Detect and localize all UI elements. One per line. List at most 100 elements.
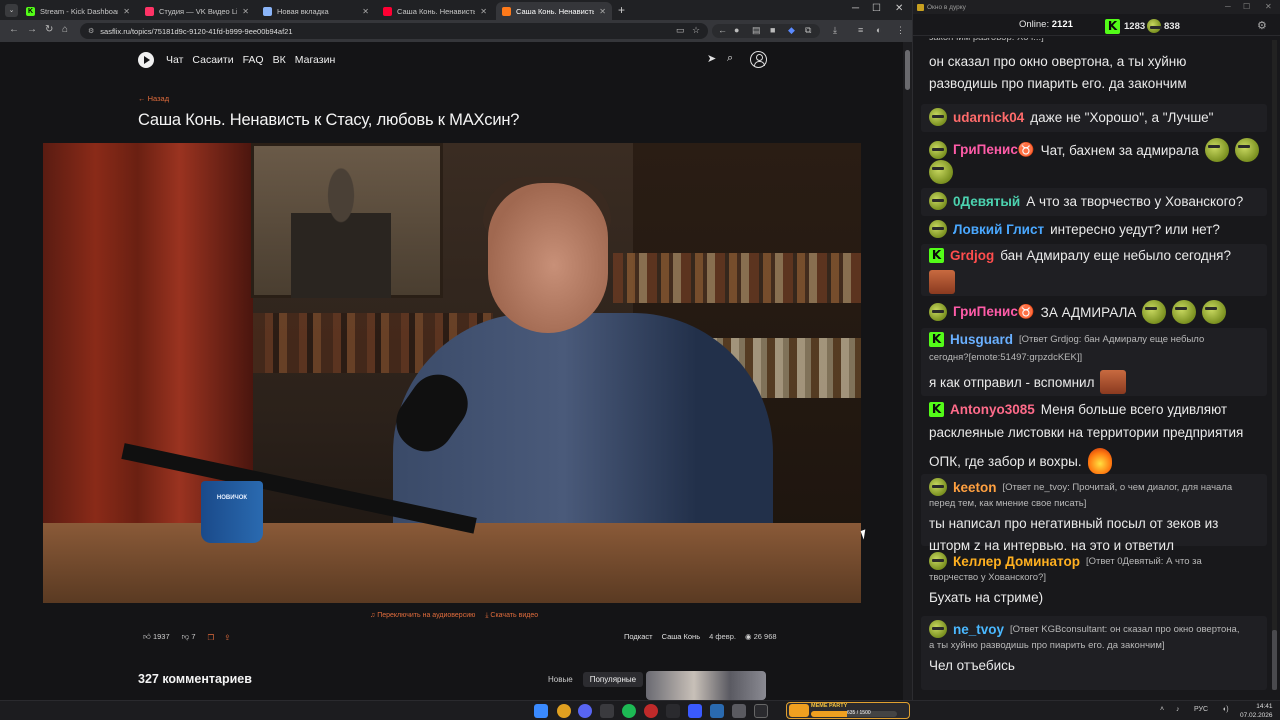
dislike-button[interactable]: 👎︎ 7	[182, 632, 196, 642]
browser-tab[interactable]: Студия — VK Видео Live ✕	[139, 2, 255, 20]
chat-message-text: ЗА АДМИРАЛА	[1040, 304, 1137, 320]
extension-circle-icon[interactable]: ●	[734, 25, 739, 35]
back-link[interactable]: ← Назад	[138, 94, 169, 103]
nav-sasaiti[interactable]: Сасаити	[192, 54, 233, 66]
page-title: Саша Конь. Ненависть к Стасу, любовь к М…	[138, 111, 520, 129]
chat-scrollbar-thumb[interactable]	[1272, 630, 1277, 690]
chat-username[interactable]: Ловкий Глист	[953, 222, 1044, 237]
close-window-button[interactable]: ✕	[895, 3, 903, 14]
app-window-icon[interactable]	[754, 704, 768, 718]
address-bar[interactable]: ⚙ sasflix.ru/topics/75181d9c-9120-41fd-b…	[80, 23, 708, 39]
system-clock[interactable]: 14:41 07.02.2026	[1240, 702, 1273, 720]
sort-popular-tab[interactable]: Популярные	[582, 672, 644, 687]
page-scrollbar-thumb[interactable]	[905, 50, 910, 90]
chat-close-button[interactable]: ✕	[1265, 2, 1272, 11]
chat-titlebar: Окно в дурку ─ ☐ ✕	[913, 0, 1280, 14]
browser-tab[interactable]: Саша Конь. Ненависть к С ✕	[496, 2, 612, 20]
chat-username[interactable]: Келлер Доминатор	[953, 554, 1080, 569]
browser-tab[interactable]: Новая вкладка ✕	[257, 2, 375, 20]
bookmark-icon[interactable]: ❒	[208, 633, 215, 642]
browser-tab[interactable]: Саша Конь. Ненависть к Стасу ✕	[377, 2, 493, 20]
reload-icon[interactable]: ↻	[45, 24, 53, 35]
chat-username[interactable]: keeton	[953, 480, 997, 495]
chat-username[interactable]: Antonyo3085	[950, 402, 1035, 417]
clock-time: 14:41	[1256, 703, 1273, 710]
tab-close-icon[interactable]: ✕	[599, 7, 606, 16]
download-video-link[interactable]: ⤓ Скачать видео	[485, 612, 538, 620]
telegram-icon[interactable]: ➤	[707, 52, 716, 65]
back-icon[interactable]: ←	[9, 24, 19, 35]
tab-close-icon[interactable]: ✕	[123, 7, 130, 16]
start-windows-icon[interactable]	[534, 704, 548, 718]
profile-icon-browser[interactable]: ◐	[876, 25, 881, 35]
chat-username[interactable]: udarnick04	[953, 110, 1024, 125]
tab-close-icon[interactable]: ✕	[480, 7, 487, 16]
nav-shop[interactable]: Магазин	[295, 54, 336, 66]
discord-icon[interactable]	[578, 704, 592, 718]
app-gamepad-icon[interactable]	[600, 704, 614, 718]
search-icon[interactable]: ⌕	[727, 52, 733, 65]
install-app-icon[interactable]: ▭	[676, 25, 685, 36]
chat-reply-quote: [Ответ ne_tvoy: Прочитай, о чем диалог, …	[1002, 481, 1233, 493]
home-icon[interactable]: ⌂	[62, 24, 68, 35]
like-button[interactable]: 👍︎ 1937	[143, 632, 170, 642]
keyboard-language[interactable]: РУС	[1194, 706, 1208, 713]
tag-podcast[interactable]: Подкаст	[624, 632, 653, 641]
promo-thumbnail[interactable]	[646, 671, 766, 700]
spotify-icon[interactable]	[622, 704, 636, 718]
chat-username[interactable]: ГриПенис♉	[953, 142, 1035, 158]
extension-chat-icon[interactable]: ▤	[752, 25, 761, 36]
app-gray-icon[interactable]	[732, 704, 746, 718]
site-info-icon[interactable]: ⚙	[88, 27, 94, 35]
extensions-puzzle-icon[interactable]: ⧉	[805, 25, 811, 36]
steam-icon[interactable]	[710, 704, 724, 718]
app-dark-icon[interactable]	[666, 704, 680, 718]
tag-author[interactable]: Саша Конь	[662, 632, 701, 641]
video-player[interactable]: НОВИЧОК	[43, 143, 861, 603]
site-logo-play-icon[interactable]	[138, 52, 154, 68]
chat-username[interactable]: ne_tvoy	[953, 622, 1004, 637]
extension-box-icon[interactable]: ■	[770, 25, 775, 35]
tab-close-icon[interactable]: ✕	[242, 7, 249, 16]
chat-message-line: Келлер Доминатор [Ответ 0Девятый: А что з…	[929, 552, 1202, 570]
chat-message: K Antonyo3085 Меня больше всего удивляют ра…	[921, 398, 1267, 474]
tab-close-icon[interactable]: ✕	[362, 7, 369, 16]
media-controls-icon[interactable]: ≡	[858, 25, 863, 35]
page-scrollbar[interactable]	[903, 42, 912, 700]
chat-username[interactable]: Grdjog	[950, 248, 994, 263]
extension-arrow-icon[interactable]: ←	[718, 25, 727, 35]
extension-blue-icon[interactable]: ◆	[788, 25, 795, 36]
browser-menu-icon[interactable]: ⋮	[896, 25, 905, 36]
volume-icon[interactable]: ◖)	[1222, 706, 1229, 713]
nav-faq[interactable]: FAQ	[243, 54, 264, 66]
tab-search-button[interactable]: ⌄	[5, 4, 18, 17]
chat-username[interactable]: Husguard	[950, 332, 1013, 347]
chat-username[interactable]: 0Девятый	[953, 194, 1020, 209]
tray-mic-icon[interactable]: ♪	[1176, 706, 1180, 713]
chat-username[interactable]: ГриПенис♉	[953, 304, 1035, 320]
app-blue-icon[interactable]	[688, 704, 702, 718]
user-profile-icon[interactable]	[750, 51, 767, 68]
settings-gear-icon[interactable]: ⚙	[1257, 19, 1267, 32]
chat-scrollbar[interactable]	[1272, 40, 1277, 690]
downloads-icon[interactable]: ⤓	[833, 25, 837, 36]
forward-icon[interactable]: →	[27, 24, 37, 35]
pepe-emote-icon	[1234, 138, 1259, 162]
app-red-icon[interactable]	[644, 704, 658, 718]
meme-party-widget[interactable]: MEME PARTY 635 / 1500	[786, 702, 910, 719]
bookmark-star-icon[interactable]: ☆	[692, 25, 700, 36]
share-icon[interactable]: ⇪	[224, 633, 230, 642]
chat-maximize-button[interactable]: ☐	[1243, 2, 1250, 11]
browser-tab[interactable]: K Stream - Kick Dashboard ✕	[20, 2, 136, 20]
audio-version-link[interactable]: ♫ Переключить на аудиоверсию	[370, 612, 475, 620]
nav-chat[interactable]: Чат	[166, 54, 183, 66]
kick-count: 1283	[1124, 21, 1146, 32]
new-tab-button[interactable]: +	[618, 3, 625, 17]
chat-minimize-button[interactable]: ─	[1225, 2, 1231, 11]
sort-new-tab[interactable]: Новые	[541, 672, 580, 687]
minimize-button[interactable]: ─	[852, 3, 859, 14]
maximize-button[interactable]: ☐	[872, 3, 881, 14]
chrome-icon[interactable]	[557, 704, 571, 718]
tray-overflow-icon[interactable]: ˄	[1160, 706, 1164, 713]
nav-vk[interactable]: ВК	[273, 54, 286, 66]
